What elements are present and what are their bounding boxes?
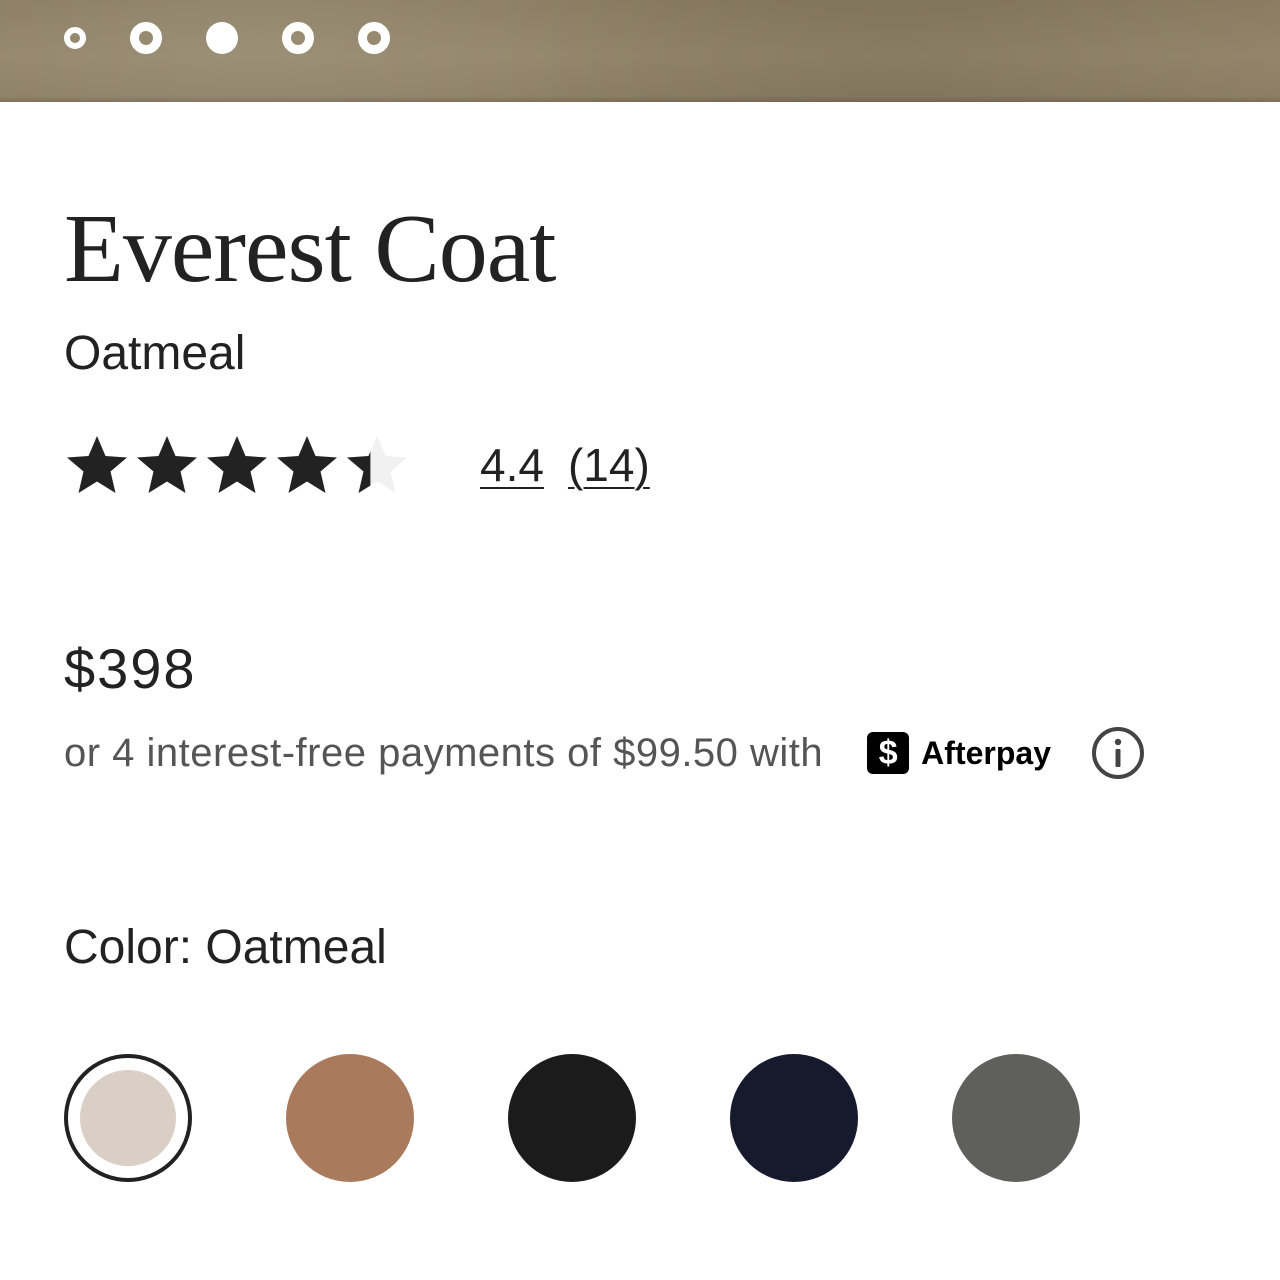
swatch-fill bbox=[286, 1054, 414, 1182]
star-icon bbox=[347, 436, 407, 493]
gallery-edge-shadow bbox=[0, 96, 1280, 102]
swatch-fill bbox=[952, 1054, 1080, 1182]
color-swatch-5[interactable] bbox=[952, 1054, 1080, 1182]
product-price: $398 bbox=[64, 637, 197, 700]
color-label-prefix: Color: bbox=[64, 921, 193, 974]
selected-color-name: Oatmeal bbox=[205, 921, 387, 974]
star-icon bbox=[277, 436, 337, 493]
afterpay-brand: Afterpay bbox=[921, 734, 1051, 771]
product-color-subtitle: Oatmeal bbox=[64, 327, 246, 380]
gallery-dot-4[interactable] bbox=[282, 22, 314, 54]
swatch-fill bbox=[80, 1070, 176, 1166]
afterpay-dollar-icon: $ bbox=[867, 732, 910, 774]
swatch-fill bbox=[508, 1054, 636, 1182]
color-swatch-1[interactable] bbox=[64, 1054, 192, 1182]
afterpay-message: or 4 interest-free payments of $99.50 wi… bbox=[64, 726, 1145, 780]
gallery-dot-1[interactable] bbox=[64, 27, 86, 49]
gallery-dot-5[interactable] bbox=[358, 22, 390, 54]
product-image-gallery[interactable] bbox=[0, 0, 1280, 102]
gallery-dot-3[interactable] bbox=[206, 22, 238, 54]
review-count-link[interactable]: (14) bbox=[568, 438, 650, 492]
gallery-dot-2[interactable] bbox=[130, 22, 162, 54]
color-label: Color: Oatmeal bbox=[64, 920, 387, 975]
info-icon[interactable] bbox=[1091, 726, 1145, 780]
color-swatch-3[interactable] bbox=[508, 1054, 636, 1182]
color-swatches bbox=[64, 1054, 1080, 1182]
product-title: Everest Coat bbox=[64, 195, 556, 303]
gallery-pagination bbox=[64, 22, 390, 54]
star-icon bbox=[67, 436, 127, 493]
color-swatch-4[interactable] bbox=[730, 1054, 858, 1182]
star-icon bbox=[207, 436, 267, 493]
afterpay-text: or 4 interest-free payments of $99.50 wi… bbox=[64, 730, 824, 775]
color-swatch-2[interactable] bbox=[286, 1054, 414, 1182]
rating-stars bbox=[64, 432, 410, 498]
rating-value-link[interactable]: 4.4 bbox=[480, 438, 544, 492]
swatch-fill bbox=[730, 1054, 858, 1182]
afterpay-logo: $ Afterpay bbox=[867, 732, 1051, 774]
star-icon bbox=[137, 436, 197, 493]
product-rating: 4.4 (14) bbox=[64, 432, 650, 498]
